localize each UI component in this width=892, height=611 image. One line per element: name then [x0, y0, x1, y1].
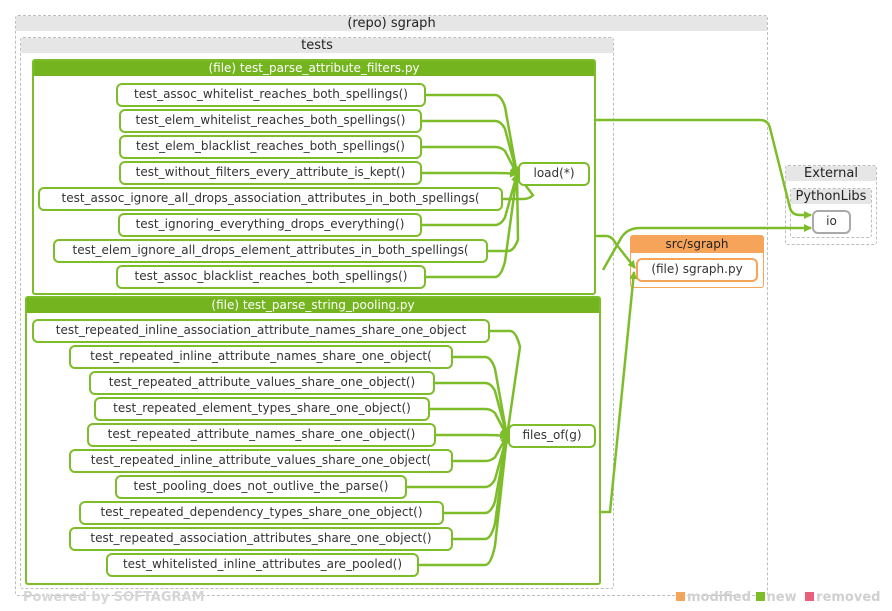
legend-removed-swatch [805, 592, 815, 601]
dependency-edge [422, 145, 519, 175]
src-to-io-edge [601, 224, 812, 271]
dependency-edge [436, 431, 508, 440]
dependency-edge [453, 355, 510, 437]
pooling-to-sgraph-edge [601, 271, 638, 514]
legend-modified: modified [687, 590, 751, 605]
filters-to-sgraph-edge [596, 234, 636, 269]
function-node[interactable]: test_repeated_dependency_types_share_one… [79, 501, 444, 525]
function-node[interactable]: test_elem_ignore_all_drops_element_attri… [53, 239, 488, 263]
legend: modified new removed [676, 590, 880, 605]
function-node[interactable]: test_without_filters_every_attribute_is_… [119, 161, 422, 185]
function-node[interactable]: test_repeated_inline_association_attribu… [32, 319, 490, 343]
legend-new: new [766, 590, 797, 605]
legend-modified-swatch [676, 592, 685, 601]
load-node[interactable]: load(*) [518, 162, 590, 186]
powered-by: Powered by SOFTAGRAM [23, 590, 205, 605]
function-node[interactable]: test_repeated_attribute_names_share_one_… [87, 423, 436, 447]
dependency-edge [422, 169, 518, 178]
function-node[interactable]: test_elem_whitelist_reaches_both_spellin… [119, 109, 422, 133]
function-node[interactable]: test_assoc_ignore_all_drops_association_… [38, 187, 503, 211]
files-of-node[interactable]: files_of(g) [508, 424, 596, 448]
function-node[interactable]: test_repeated_association_attributes_sha… [69, 527, 453, 551]
legend-removed: removed [816, 590, 881, 605]
function-node[interactable]: test_repeated_attribute_values_share_one… [89, 371, 435, 395]
legend-new-swatch [755, 592, 765, 601]
function-node[interactable]: test_assoc_whitelist_reaches_both_spelli… [116, 83, 426, 107]
dependency-edge [430, 407, 509, 437]
function-node[interactable]: test_whitelisted_inline_attributes_are_p… [106, 553, 419, 577]
dependency-edge [426, 93, 520, 175]
function-node[interactable]: test_assoc_blacklist_reaches_both_spelli… [116, 265, 426, 289]
function-node[interactable]: test_elem_blacklist_reaches_both_spellin… [119, 135, 422, 159]
function-node[interactable]: test_repeated_element_types_share_one_ob… [94, 397, 430, 421]
function-node[interactable]: test_ignoring_everything_drops_everythin… [118, 213, 422, 237]
function-node[interactable]: test_pooling_does_not_outlive_the_parse(… [115, 475, 407, 499]
dependency-edge [453, 435, 509, 463]
function-node[interactable]: test_repeated_inline_attribute_values_sh… [69, 449, 453, 473]
file-to-io-edge [596, 118, 812, 219]
function-node[interactable]: test_repeated_inline_attribute_names_sha… [69, 345, 453, 369]
